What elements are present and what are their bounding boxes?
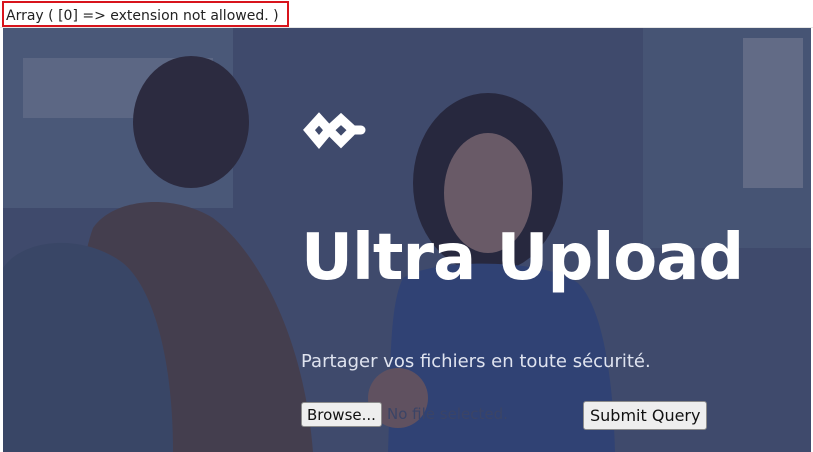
logo-icon — [303, 112, 366, 150]
browse-button[interactable]: Browse... — [301, 402, 382, 427]
page: Array ( [0] => extension not allowed. ) — [0, 0, 813, 452]
submit-query-button[interactable]: Submit Query — [583, 401, 708, 430]
upload-form: Browse... No file selected. Submit Query — [301, 401, 721, 431]
file-status: No file selected. — [387, 405, 508, 423]
hero-section: Ultra Upload Partager vos fichiers en to… — [3, 28, 811, 452]
error-message: Array ( [0] => extension not allowed. ) — [2, 1, 289, 27]
page-title: Ultra Upload — [301, 221, 744, 295]
error-bar: Array ( [0] => extension not allowed. ) — [0, 0, 813, 28]
tagline: Partager vos fichiers en toute sécurité. — [301, 351, 651, 372]
